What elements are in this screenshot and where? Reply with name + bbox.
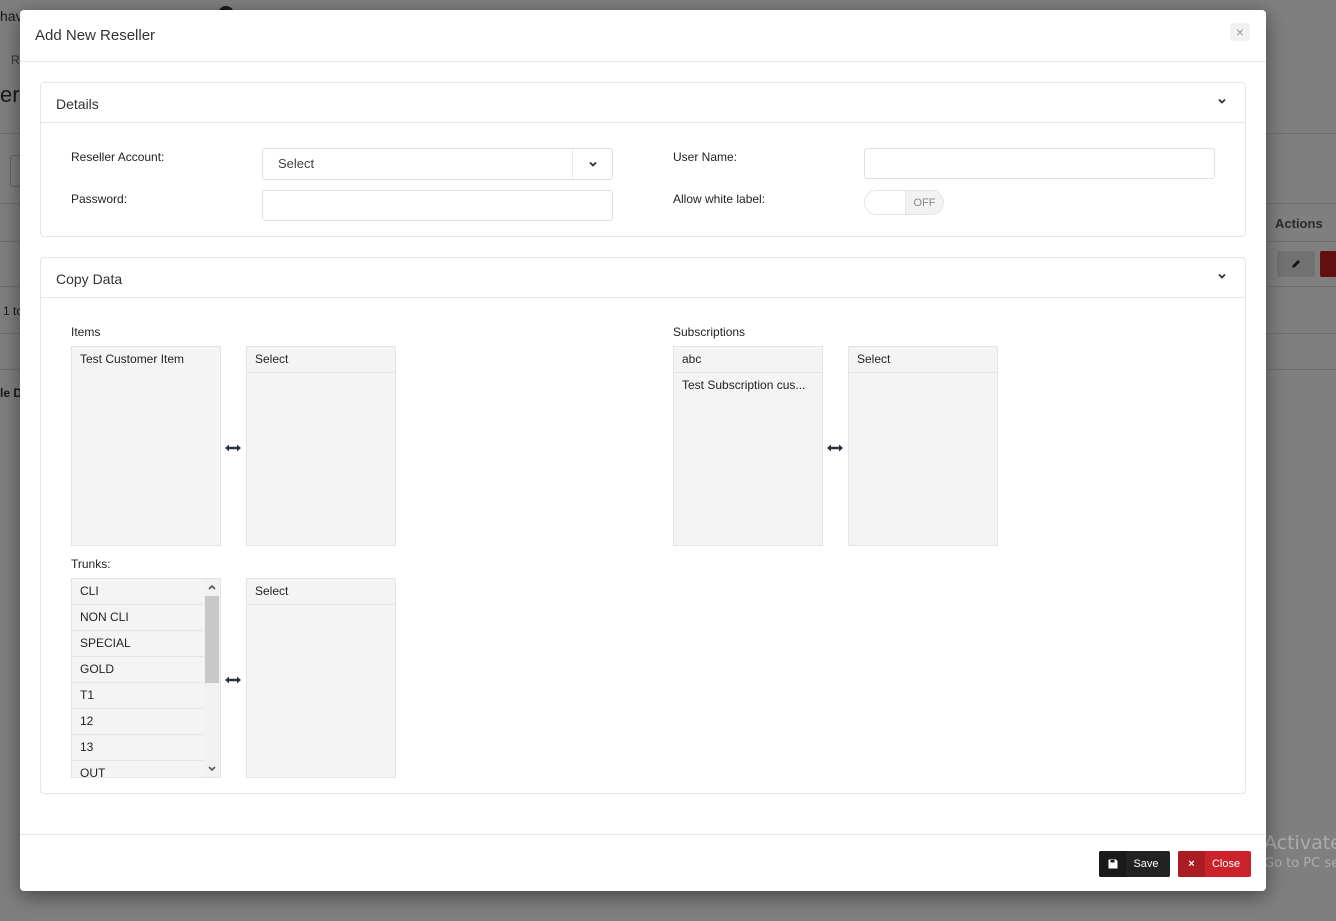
reseller-account-label: Reseller Account: (71, 150, 165, 164)
save-label: Save (1133, 858, 1159, 870)
user-name-input[interactable] (864, 148, 1215, 179)
chevron-down-icon (588, 161, 597, 167)
chevron-down-icon (1218, 273, 1226, 279)
close-icon: × (1178, 851, 1205, 877)
scroll-thumb[interactable] (205, 596, 219, 683)
copy-data-heading: Copy Data (56, 271, 123, 287)
list-item[interactable]: Test Subscription cus... (674, 373, 822, 399)
list-header: Select (247, 347, 395, 373)
details-heading: Details (56, 96, 99, 112)
scroll-down-button[interactable] (204, 761, 220, 777)
save-button[interactable]: Save (1099, 851, 1170, 877)
list-item[interactable]: Test Customer Item (72, 347, 220, 373)
subscriptions-selected-list[interactable]: Select (848, 346, 998, 546)
floppy-disk-icon (1108, 859, 1117, 869)
items-available-list[interactable]: Test Customer Item (71, 346, 221, 546)
reseller-account-select[interactable]: Select (262, 148, 613, 180)
list-item[interactable]: T1 (72, 683, 220, 709)
allow-white-label-toggle[interactable]: OFF (864, 190, 944, 215)
list-item[interactable]: GOLD (72, 657, 220, 683)
list-header: Select (247, 579, 395, 605)
swap-arrows-icon[interactable] (224, 443, 242, 453)
password-input[interactable] (262, 190, 613, 221)
modal-close-button[interactable]: × (1230, 23, 1250, 41)
list-item[interactable]: 12 (72, 709, 220, 735)
reseller-account-value: Select (278, 156, 315, 171)
list-item[interactable]: abc (674, 347, 822, 373)
modal-title: Add New Reseller (35, 27, 156, 44)
subscriptions-available-list[interactable]: abc Test Subscription cus... (673, 346, 823, 546)
trunks-selected-list[interactable]: Select (246, 578, 396, 778)
list-item[interactable]: OUT (72, 761, 220, 777)
save-icon-wrap (1099, 851, 1126, 877)
chevron-down-icon (1218, 98, 1226, 104)
windows-activation-watermark: Activate Go to PC se (1264, 832, 1336, 871)
swap-arrows-icon[interactable] (826, 443, 844, 453)
toggle-state: OFF (905, 191, 943, 214)
list-item[interactable]: CLI (72, 579, 220, 605)
watermark-line1: Activate (1264, 832, 1336, 854)
swap-arrows-icon[interactable] (224, 675, 242, 685)
watermark-line2: Go to PC se (1264, 856, 1336, 871)
toggle-knob (865, 191, 905, 214)
select-caret (572, 149, 612, 179)
trunks-available-list[interactable]: CLI NON CLI SPECIAL GOLD T1 12 13 OUT (71, 578, 221, 778)
close-label: Close (1211, 858, 1241, 870)
scroll-up-button[interactable] (204, 579, 220, 595)
user-name-label: User Name: (673, 150, 738, 164)
chevron-up-icon (208, 584, 216, 590)
close-icon: × (1235, 24, 1245, 40)
details-panel-toggle[interactable]: Details (41, 83, 1245, 123)
copy-data-panel-toggle[interactable]: Copy Data (41, 258, 1245, 298)
list-item[interactable]: NON CLI (72, 605, 220, 631)
items-label: Items (71, 325, 101, 339)
allow-white-label-label: Allow white label: (673, 192, 766, 206)
list-header: Select (849, 347, 997, 373)
trunks-scrollbar[interactable] (204, 579, 220, 777)
list-item[interactable]: SPECIAL (72, 631, 220, 657)
items-selected-list[interactable]: Select (246, 346, 396, 546)
password-label: Password: (71, 192, 128, 206)
add-reseller-modal: Add New Reseller × Details Reseller Acco… (20, 10, 1266, 891)
modal-footer: Save × Close (20, 834, 1266, 891)
details-panel: Details Reseller Account: Select Passwor… (40, 82, 1246, 237)
trunks-label: Trunks: (71, 557, 111, 571)
subscriptions-label: Subscriptions (673, 325, 746, 339)
copy-data-panel: Copy Data Items Test Customer Item Selec… (40, 257, 1246, 794)
modal-header: Add New Reseller × (20, 10, 1266, 62)
close-button[interactable]: × Close (1178, 851, 1251, 877)
chevron-down-icon (208, 766, 216, 772)
list-item[interactable]: 13 (72, 735, 220, 761)
